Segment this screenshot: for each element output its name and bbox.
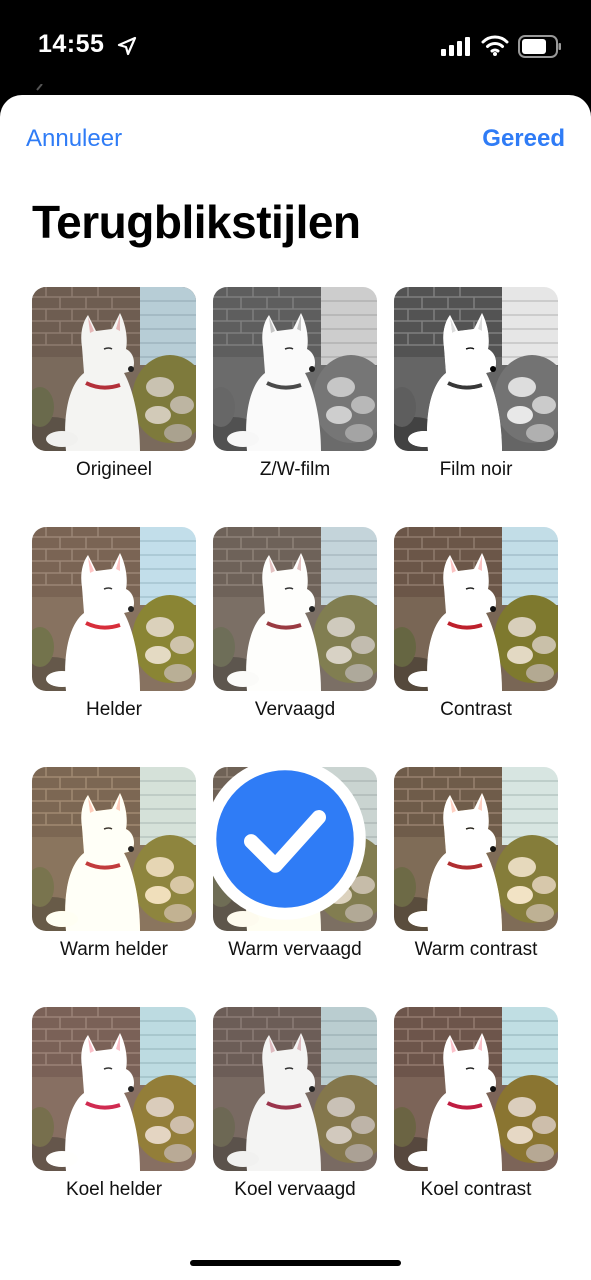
style-thumbnail[interactable] xyxy=(32,767,196,931)
style-label: Origineel xyxy=(75,459,153,480)
style-thumbnail[interactable] xyxy=(394,287,558,451)
style-option[interactable]: Origineel xyxy=(32,287,196,507)
dog-photo xyxy=(213,1007,377,1171)
style-label: Warm helder xyxy=(59,939,169,960)
cellular-signal-icon xyxy=(441,37,470,56)
dog-photo xyxy=(213,287,377,451)
dog-photo xyxy=(394,527,558,691)
style-option[interactable]: Vervaagd xyxy=(213,527,377,747)
style-option[interactable]: Helder xyxy=(32,527,196,747)
status-time: 14:55 xyxy=(38,30,105,58)
style-thumbnail[interactable] xyxy=(213,1007,377,1171)
style-label: Warm contrast xyxy=(414,939,538,960)
style-label: Vervaagd xyxy=(254,699,336,720)
style-thumbnail[interactable] xyxy=(213,767,377,931)
style-label: Contrast xyxy=(440,699,512,720)
style-label: Warm vervaagd xyxy=(228,939,362,960)
style-thumbnail[interactable] xyxy=(394,1007,558,1171)
style-option[interactable]: Koel vervaagd xyxy=(213,1007,377,1227)
style-option[interactable]: Warm vervaagd xyxy=(213,767,377,987)
style-label: Film noir xyxy=(439,459,513,480)
wifi-icon xyxy=(481,35,509,56)
cancel-button[interactable]: Annuleer xyxy=(26,125,122,153)
style-option[interactable]: Z/W-film xyxy=(213,287,377,507)
style-option[interactable]: Koel helder xyxy=(32,1007,196,1227)
style-option[interactable]: Film noir xyxy=(394,287,558,507)
style-thumbnail[interactable] xyxy=(394,767,558,931)
status-bar: 14:55 xyxy=(0,0,591,95)
style-label: Koel vervaagd xyxy=(234,1179,356,1200)
dog-photo xyxy=(32,1007,196,1171)
style-thumbnail[interactable] xyxy=(213,287,377,451)
style-thumbnail[interactable] xyxy=(32,1007,196,1171)
dog-photo xyxy=(213,527,377,691)
style-option[interactable]: Contrast xyxy=(394,527,558,747)
style-option[interactable]: Warm contrast xyxy=(394,767,558,987)
style-thumbnail[interactable] xyxy=(32,287,196,451)
dog-photo xyxy=(32,287,196,451)
checkmark-icon xyxy=(213,767,366,920)
style-thumbnail[interactable] xyxy=(394,527,558,691)
page-title: Terugblikstijlen xyxy=(32,196,361,248)
dog-photo xyxy=(394,767,558,931)
style-thumbnail[interactable] xyxy=(32,527,196,691)
dog-photo xyxy=(394,287,558,451)
location-arrow-icon xyxy=(117,36,137,56)
dog-photo xyxy=(394,1007,558,1171)
done-button[interactable]: Gereed xyxy=(482,125,565,153)
style-label: Koel contrast xyxy=(420,1179,532,1200)
style-option[interactable]: Warm helder xyxy=(32,767,196,987)
style-label: Koel helder xyxy=(65,1179,163,1200)
back-chevron-icon xyxy=(36,84,43,91)
style-label: Helder xyxy=(86,699,142,720)
styles-sheet: Annuleer Gereed Terugblikstijlen Origine… xyxy=(0,95,591,1280)
styles-grid: Origineel Z/W-film Film noir Helder Verv… xyxy=(32,287,559,1200)
home-indicator[interactable] xyxy=(190,1260,401,1266)
battery-icon xyxy=(518,35,561,58)
dog-photo xyxy=(32,767,196,931)
style-option[interactable]: Koel contrast xyxy=(394,1007,558,1227)
style-label: Z/W-film xyxy=(259,459,331,480)
dog-photo xyxy=(32,527,196,691)
style-thumbnail[interactable] xyxy=(213,527,377,691)
